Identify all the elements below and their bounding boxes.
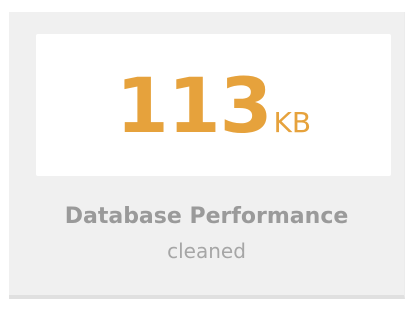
stat-value: 113 <box>115 61 273 150</box>
stat-value-row: 113 KB <box>36 34 391 176</box>
stat-value-panel: 113 KB <box>36 34 391 176</box>
stat-subtitle: cleaned <box>167 239 246 263</box>
stat-unit: KB <box>273 106 312 139</box>
stat-card: 113 KB Database Performance cleaned <box>9 12 405 299</box>
stat-value-group: 113 KB <box>116 68 311 144</box>
stat-title: Database Performance <box>64 204 349 229</box>
